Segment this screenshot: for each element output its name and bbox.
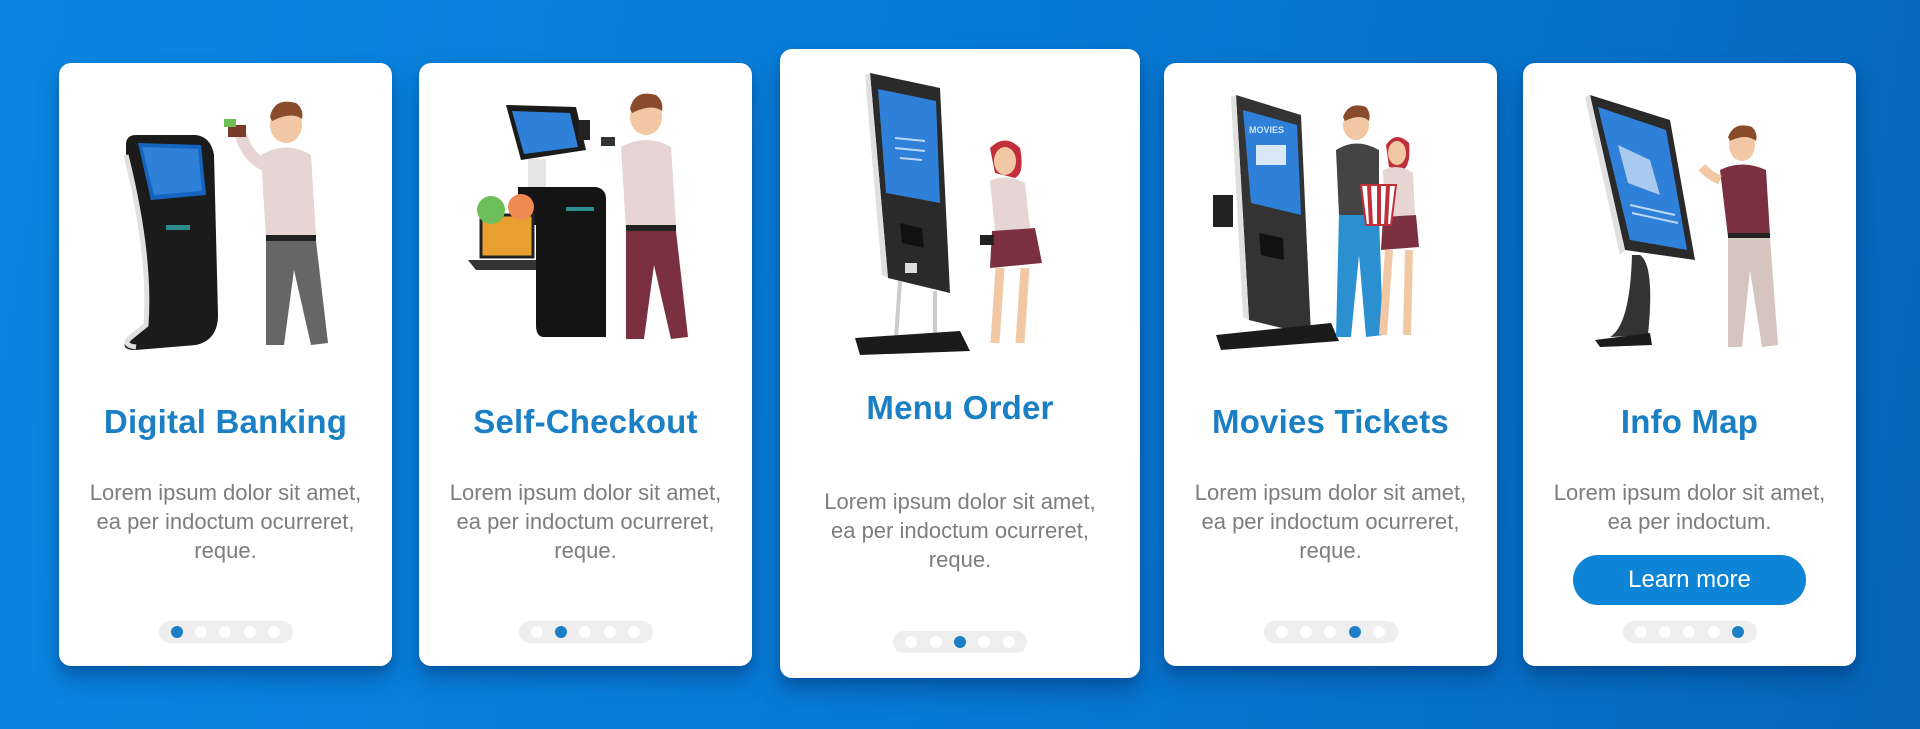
pagination-dot-3[interactable]	[579, 626, 592, 638]
pagination-dot-4[interactable]	[1707, 626, 1720, 638]
pagination-dot-2[interactable]	[1300, 626, 1313, 638]
card-title: Menu Order	[866, 389, 1054, 426]
kiosk-person-image: MOVIES	[1212, 95, 1419, 350]
card-title: Self-Checkout	[473, 403, 698, 440]
kiosk-person-image	[855, 73, 1042, 355]
pagination-dots	[1622, 621, 1757, 643]
pagination-dot-4[interactable]	[978, 636, 991, 648]
pagination-dot-2[interactable]	[1659, 626, 1672, 638]
pagination-dots	[893, 631, 1027, 653]
pagination-dot-4[interactable]	[1348, 626, 1361, 638]
screen-label: MOVIES	[1249, 125, 1284, 135]
card-description: Lorem ipsum dolor sit amet, ea per indoc…	[1553, 480, 1826, 534]
pagination-dot-1[interactable]	[1275, 626, 1288, 638]
kiosk-person-image	[467, 93, 688, 339]
card-title: Movies Tickets	[1212, 403, 1449, 440]
pagination-dots	[518, 621, 653, 643]
card-description: Lorem ipsum dolor sit amet, ea per indoc…	[89, 480, 362, 563]
kiosk-person-image	[123, 101, 328, 350]
pagination-dot-5[interactable]	[1373, 626, 1386, 638]
pagination-dot-2[interactable]	[929, 636, 942, 648]
pagination-dot-5[interactable]	[1732, 626, 1745, 638]
pagination-dot-4[interactable]	[243, 626, 256, 638]
pagination-dot-5[interactable]	[628, 626, 641, 638]
card-description: Lorem ipsum dolor sit amet, ea per indoc…	[1194, 480, 1467, 563]
pagination-dot-5[interactable]	[268, 626, 281, 638]
onboarding-card-info-map: Info Map Lorem ipsum dolor sit amet, ea …	[1523, 63, 1856, 666]
pagination-dot-3[interactable]	[1683, 626, 1696, 638]
pagination-dots	[1263, 621, 1398, 643]
pagination-dot-5[interactable]	[1002, 636, 1015, 648]
pagination-dot-2[interactable]	[555, 626, 568, 638]
onboarding-card-digital-banking: Digital Banking Lorem ipsum dolor sit am…	[59, 63, 392, 666]
learn-more-button[interactable]: Learn more	[1573, 555, 1806, 605]
pagination-dot-1[interactable]	[905, 636, 918, 648]
card-title: Info Map	[1620, 403, 1759, 440]
pagination-dot-3[interactable]	[219, 626, 232, 638]
onboarding-card-menu-order: Menu Order Lorem ipsum dolor sit amet, e…	[780, 49, 1140, 678]
kiosk-person-image	[1584, 95, 1778, 347]
pagination-dot-3[interactable]	[1324, 626, 1337, 638]
pagination-dot-2[interactable]	[195, 626, 208, 638]
pagination-dot-1[interactable]	[1634, 626, 1647, 638]
info-map-illustration	[1523, 75, 1856, 375]
card-description: Lorem ipsum dolor sit amet, ea per indoc…	[824, 489, 1096, 572]
onboarding-card-movies-tickets: MOVIES Movies Tickets Lorem ipsum dolor …	[1164, 63, 1497, 666]
pagination-dot-1[interactable]	[530, 626, 543, 638]
banking-kiosk-illustration	[59, 75, 392, 375]
pagination-dots	[158, 621, 293, 643]
card-title: Digital Banking	[103, 403, 348, 440]
card-description: Lorem ipsum dolor sit amet, ea per indoc…	[449, 480, 722, 563]
menu-order-illustration	[780, 63, 1140, 373]
pagination-dot-1[interactable]	[170, 626, 183, 638]
onboarding-card-self-checkout: Self-Checkout Lorem ipsum dolor sit amet…	[419, 63, 752, 666]
self-checkout-illustration	[419, 75, 752, 375]
pagination-dot-3[interactable]	[953, 636, 966, 648]
pagination-dot-4[interactable]	[603, 626, 616, 638]
movie-ticket-illustration: MOVIES	[1164, 75, 1497, 375]
